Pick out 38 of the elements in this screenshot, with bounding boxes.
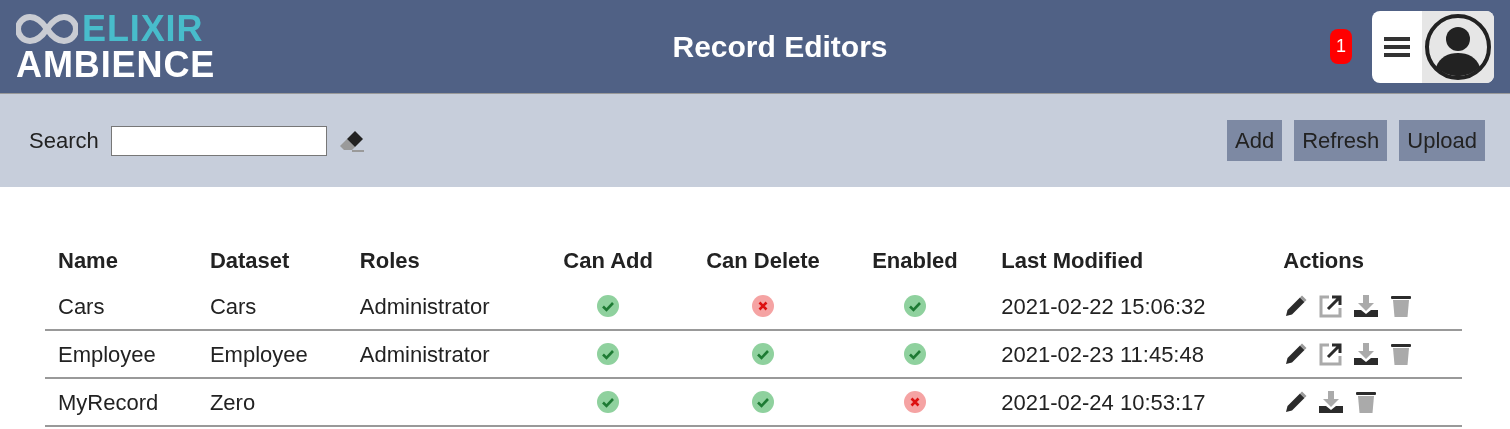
table-cell: Administrator bbox=[359, 293, 490, 319]
column-header: Roles bbox=[359, 246, 420, 275]
column-header: Name bbox=[58, 246, 118, 275]
table-cell: Employee bbox=[58, 341, 156, 367]
column-header: Dataset bbox=[209, 246, 290, 275]
table-cell: Administrator bbox=[359, 341, 490, 367]
table-cell: Employee bbox=[209, 341, 308, 367]
column-header: Last Modified bbox=[1001, 246, 1144, 275]
external-link-icon[interactable] bbox=[1318, 341, 1345, 367]
table-cell: Cars bbox=[58, 293, 105, 319]
eraser-icon[interactable] bbox=[338, 128, 365, 153]
table-cell: Zero bbox=[209, 389, 256, 415]
page-title: Record Editors bbox=[672, 29, 888, 65]
menu-icon bbox=[1384, 35, 1410, 58]
search-field[interactable] bbox=[110, 125, 327, 156]
toolbar-button[interactable]: Refresh bbox=[1294, 120, 1388, 161]
user-menu-button[interactable] bbox=[1372, 10, 1494, 83]
download-icon[interactable] bbox=[1318, 389, 1345, 415]
download-icon[interactable] bbox=[1353, 293, 1380, 319]
column-header: Can Add bbox=[563, 246, 653, 275]
avatar-icon bbox=[1424, 12, 1492, 81]
column-header: Can Delete bbox=[706, 246, 820, 275]
logo-icon bbox=[16, 11, 78, 46]
logo-text: AMBIENCE bbox=[16, 46, 216, 83]
search-label: Search bbox=[29, 127, 99, 155]
toolbar-button[interactable]: Upload bbox=[1399, 120, 1485, 161]
notification-badge[interactable]: 1 bbox=[1329, 29, 1352, 64]
table-cell: Cars bbox=[209, 293, 257, 319]
table-cell: 2021-02-24 10:53:17 bbox=[1001, 389, 1206, 415]
toolbar-button[interactable]: Add bbox=[1227, 120, 1283, 161]
column-header: Enabled bbox=[872, 246, 958, 275]
table-cell: 2021-02-22 15:06:32 bbox=[1001, 293, 1206, 319]
table-cell: 2021-02-23 11:45:48 bbox=[1001, 341, 1204, 367]
logo-text: ELIXIR bbox=[82, 10, 204, 47]
download-icon[interactable] bbox=[1353, 341, 1380, 367]
external-link-icon[interactable] bbox=[1318, 293, 1345, 319]
table-cell: MyRecord bbox=[58, 389, 159, 415]
column-header: Actions bbox=[1283, 246, 1364, 275]
